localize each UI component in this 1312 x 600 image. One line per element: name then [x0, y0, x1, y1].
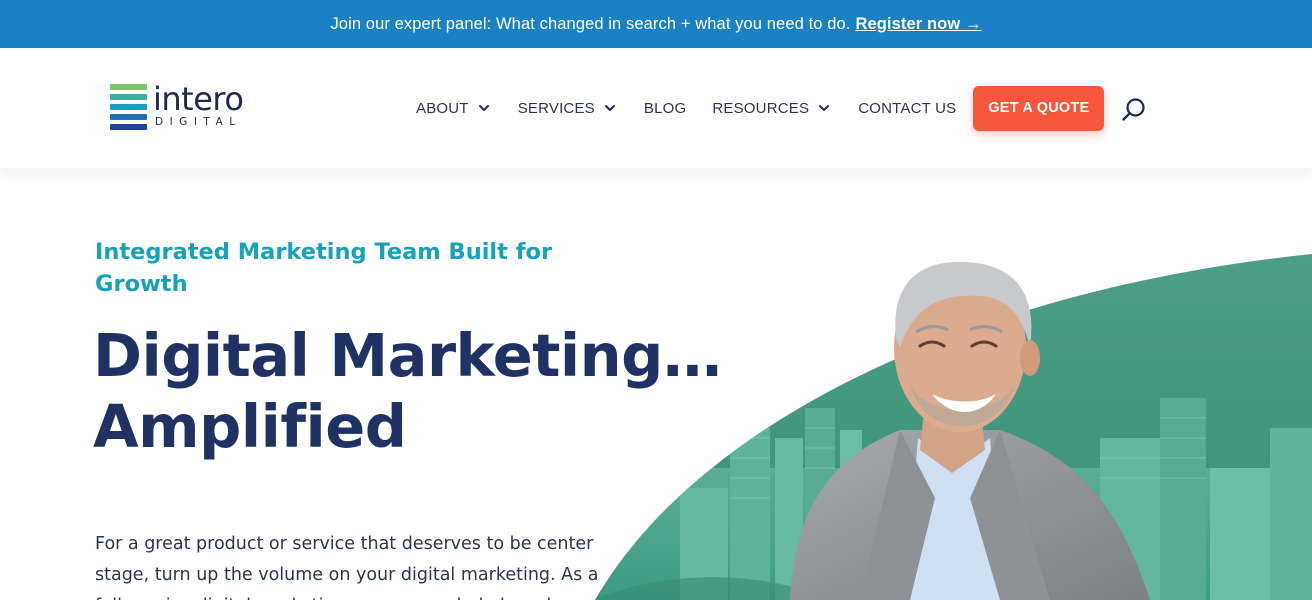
nav-contact-label: CONTACT US	[858, 99, 957, 117]
search-icon[interactable]	[1120, 96, 1148, 124]
chevron-down-icon	[604, 105, 615, 111]
logo-word: intero	[153, 80, 244, 118]
intero-logo[interactable]: intero DIGITAL	[110, 80, 244, 130]
announcement-message: Join our expert panel: What changed in s…	[330, 14, 851, 33]
chevron-down-icon	[819, 105, 830, 111]
nav-blog[interactable]: BLOG	[644, 100, 686, 117]
register-link[interactable]: Register now →	[855, 15, 981, 34]
site-header: intero DIGITAL ABOUT SERVICES BLOG RESOU…	[0, 48, 1312, 168]
logo-bars-icon	[110, 84, 147, 130]
chevron-down-icon	[478, 105, 489, 111]
hero-image	[560, 168, 1312, 600]
hero-illustration	[595, 254, 1312, 600]
nav-resources[interactable]: RESOURCES	[712, 100, 830, 117]
nav-contact-us[interactable]: CONTACT US	[858, 100, 956, 117]
logo-subtitle: DIGITAL	[155, 116, 242, 128]
announcement-bar: Join our expert panel: What changed in s…	[0, 0, 1312, 48]
nav-services-label: SERVICES	[517, 99, 595, 117]
nav-about[interactable]: ABOUT	[416, 100, 490, 117]
hero-eyebrow: Integrated Marketing Team Built for Grow…	[95, 239, 553, 297]
main-nav: ABOUT SERVICES BLOG RESOURCES CONTACT US…	[416, 85, 1105, 131]
nav-resources-label: RESOURCES	[712, 99, 810, 117]
hero-body-text: For a great product or service that dese…	[95, 534, 599, 600]
nav-blog-label: BLOG	[643, 99, 687, 117]
get-a-quote-button[interactable]: GET A QUOTE	[973, 85, 1105, 131]
nav-services[interactable]: SERVICES	[518, 100, 616, 117]
nav-about-label: ABOUT	[416, 99, 469, 117]
